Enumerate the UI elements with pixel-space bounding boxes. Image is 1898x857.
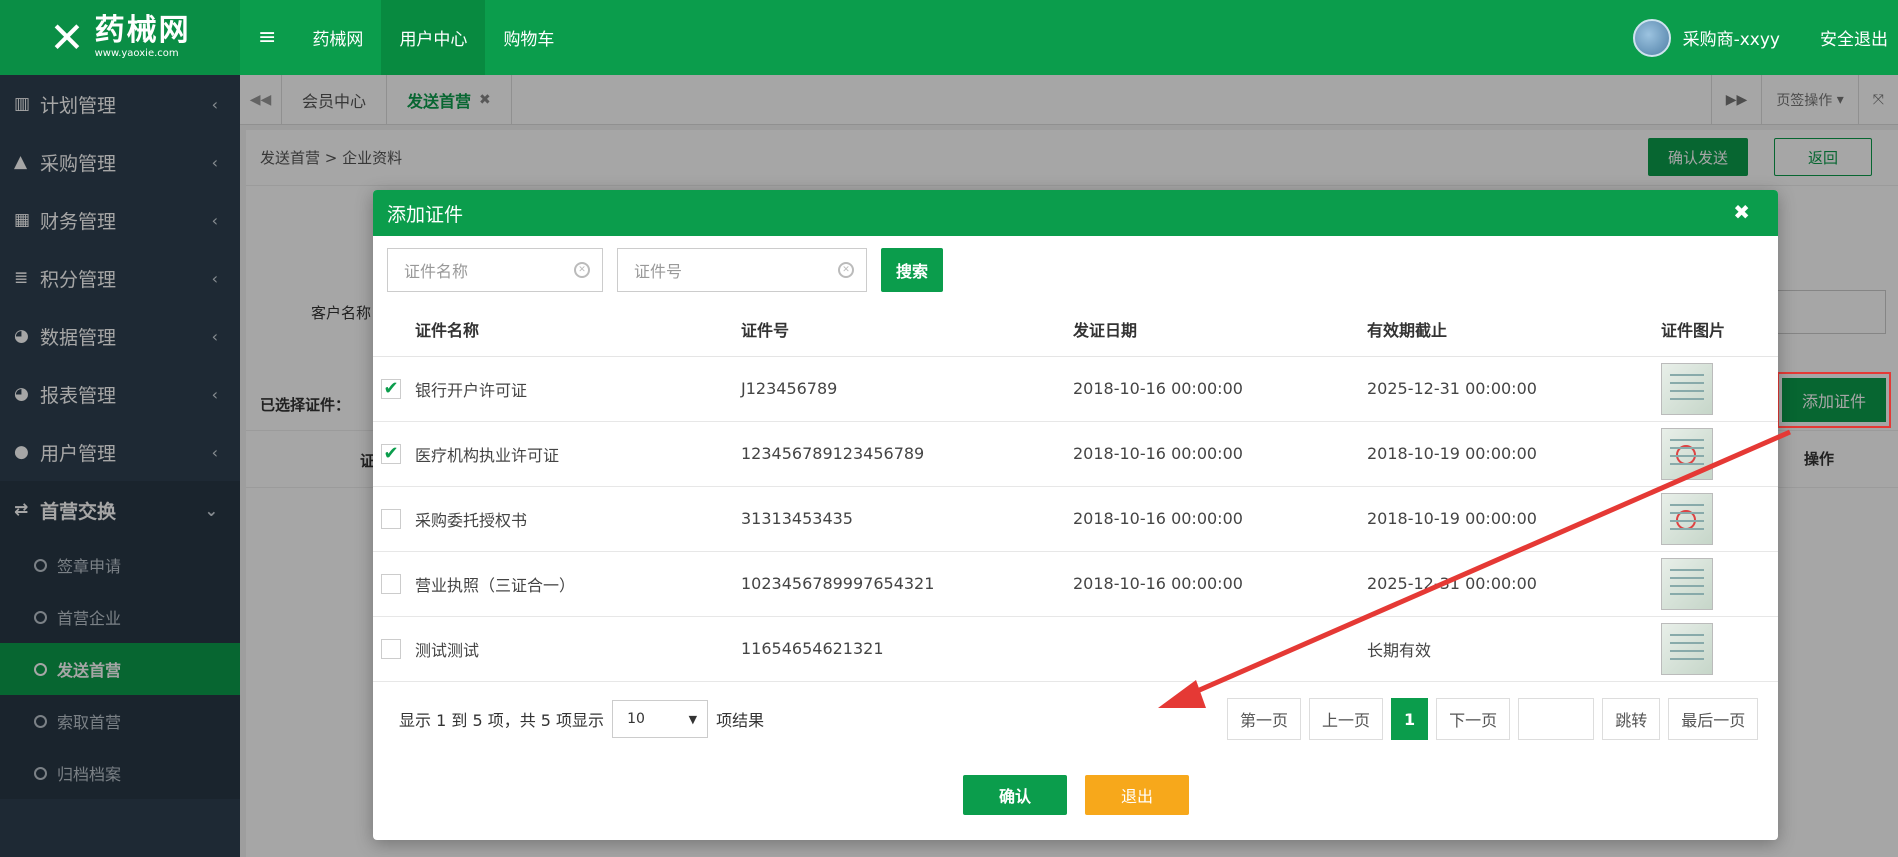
pagination-info: 显示 1 到 5 项，共 5 项显示 10 ▼ 项结果 (399, 700, 764, 738)
caret-down-icon: ▼ (688, 712, 698, 726)
table-header-row: 证件名称 证件号 发证日期 有效期截止 证件图片 (373, 302, 1778, 357)
cell-name: 医疗机构执业许可证 (415, 421, 741, 487)
modal-search-bar: 证件名称 ✕ 证件号 ✕ 搜索 (387, 248, 943, 292)
cell-no: 102345678999765​4321 (741, 551, 1073, 617)
top-nav: ≡ 药械网 用户中心 购物车 (240, 0, 572, 75)
cert-no-input[interactable]: 证件号 ✕ (617, 248, 867, 292)
cell-no: 31313453435 (741, 486, 1073, 552)
add-cert-modal: 添加证件 ✖ 证件名称 ✕ 证件号 ✕ 搜索 证件名称 证件号 发证日期 有效期截止… (373, 190, 1778, 840)
cell-name: 营业执照（三证合一） (415, 551, 741, 617)
cell-expiry: 2018-10-19 00:00:00 (1367, 486, 1661, 552)
cell-name: 测试测试 (415, 616, 741, 682)
page-1-button[interactable]: 1 (1391, 698, 1429, 740)
first-page-button[interactable]: 第一页 (1227, 698, 1302, 740)
row-checkbox[interactable] (381, 508, 401, 529)
column-header-expiry: 有效期截止 (1367, 302, 1661, 357)
cell-date: 2018-10-16 00:00:00 (1073, 486, 1367, 552)
table-row[interactable]: ✔ 银行开户许可证 J123456789 2018-10-16 00:00:00… (373, 356, 1778, 422)
table-row[interactable]: 测试测试 11654654621321 长期有效 (373, 616, 1778, 682)
clear-icon[interactable]: ✕ (838, 262, 854, 278)
table-row[interactable]: 采购委托授权书 31313453435 2018-10-16 00:00:00 … (373, 486, 1778, 552)
modal-actions: 确认 退出 (963, 775, 1189, 815)
cell-date: 2018-10-16 00:00:00 (1073, 356, 1367, 422)
column-header-name: 证件名称 (415, 302, 741, 357)
cert-thumbnail[interactable] (1661, 492, 1713, 545)
table-row[interactable]: ✔ 医疗机构执业许可证 123456789123456789 2018-10-1… (373, 421, 1778, 487)
logo-url: www.yaoxie.com (94, 48, 179, 59)
cell-date (1073, 616, 1367, 682)
menu-icon[interactable]: ≡ (240, 25, 294, 50)
page-size-select[interactable]: 10 ▼ (612, 700, 709, 738)
cell-name: 采购委托授权书 (415, 486, 741, 552)
logo[interactable]: ✕ 药械网 www.yaoxie.com (0, 0, 240, 75)
cert-thumbnail[interactable] (1661, 622, 1713, 675)
column-header-check (373, 302, 415, 357)
nav-user-center[interactable]: 用户中心 (381, 0, 486, 75)
cell-name: 银行开户许可证 (415, 356, 741, 422)
page-size-value: 10 (627, 711, 645, 727)
pagination: 第一页 上一页 1 下一页 跳转 最后一页 (1227, 698, 1759, 740)
cell-no: 11654654621321 (741, 616, 1073, 682)
info-prefix: 显示 1 到 5 项，共 5 项显示 (399, 711, 605, 730)
jump-button[interactable]: 跳转 (1602, 698, 1661, 740)
avatar[interactable] (1632, 18, 1671, 57)
cert-thumbnail[interactable] (1661, 427, 1713, 480)
nav-yaoxie[interactable]: 药械网 (294, 0, 381, 75)
column-header-date: 发证日期 (1073, 302, 1367, 357)
cert-thumbnail[interactable] (1661, 557, 1713, 610)
info-suffix: 项结果 (716, 711, 765, 730)
row-checkbox[interactable]: ✔ (381, 443, 401, 464)
cell-date: 2018-10-16 00:00:00 (1073, 421, 1367, 487)
nav-cart[interactable]: 购物车 (485, 0, 572, 75)
cell-date: 2018-10-16 00:00:00 (1073, 551, 1367, 617)
cert-no-placeholder: 证件号 (634, 262, 683, 281)
user-area: 采购商-xxyy 安全退出 (1632, 0, 1898, 75)
modal-title: 添加证件 (387, 203, 464, 226)
modal-header: 添加证件 ✖ (373, 190, 1778, 236)
exit-button[interactable]: 退出 (1085, 775, 1189, 815)
cell-no: 123456789123456789 (741, 421, 1073, 487)
row-checkbox[interactable] (381, 573, 401, 594)
confirm-button[interactable]: 确认 (963, 775, 1067, 815)
top-bar: ✕ 药械网 www.yaoxie.com ≡ 药械网 用户中心 购物车 采购商-… (0, 0, 1898, 75)
next-page-button[interactable]: 下一页 (1436, 698, 1511, 740)
clear-icon[interactable]: ✕ (574, 262, 590, 278)
cert-thumbnail[interactable] (1661, 362, 1713, 415)
logo-text: 药械网 (94, 13, 191, 48)
search-button[interactable]: 搜索 (881, 248, 943, 292)
logout-link[interactable]: 安全退出 (1820, 25, 1888, 50)
column-header-no: 证件号 (741, 302, 1073, 357)
logo-x-icon: ✕ (49, 13, 85, 62)
row-checkbox[interactable]: ✔ (381, 378, 401, 399)
close-icon[interactable]: ✖ (1733, 200, 1750, 224)
cert-name-input[interactable]: 证件名称 ✕ (387, 248, 603, 292)
cell-no: J123456789 (741, 356, 1073, 422)
cell-expiry: 长期有效 (1367, 616, 1661, 682)
prev-page-button[interactable]: 上一页 (1309, 698, 1384, 740)
cert-name-placeholder: 证件名称 (404, 262, 469, 281)
column-header-image: 证件图片 (1661, 302, 1778, 357)
row-checkbox[interactable] (381, 638, 401, 659)
cell-expiry: 2025-12-31 00:00:00 (1367, 551, 1661, 617)
annotation-highlight-box (1777, 372, 1891, 428)
jump-page-input[interactable] (1518, 698, 1595, 740)
cell-expiry: 2018-10-19 00:00:00 (1367, 421, 1661, 487)
last-page-button[interactable]: 最后一页 (1668, 698, 1759, 740)
table-row[interactable]: 营业执照（三证合一） 102345678999765​4321 2018-10-… (373, 551, 1778, 617)
user-name[interactable]: 采购商-xxyy (1683, 25, 1780, 50)
cert-table: 证件名称 证件号 发证日期 有效期截止 证件图片 ✔ 银行开户许可证 J1234… (373, 302, 1778, 682)
cell-expiry: 2025-12-31 00:00:00 (1367, 356, 1661, 422)
